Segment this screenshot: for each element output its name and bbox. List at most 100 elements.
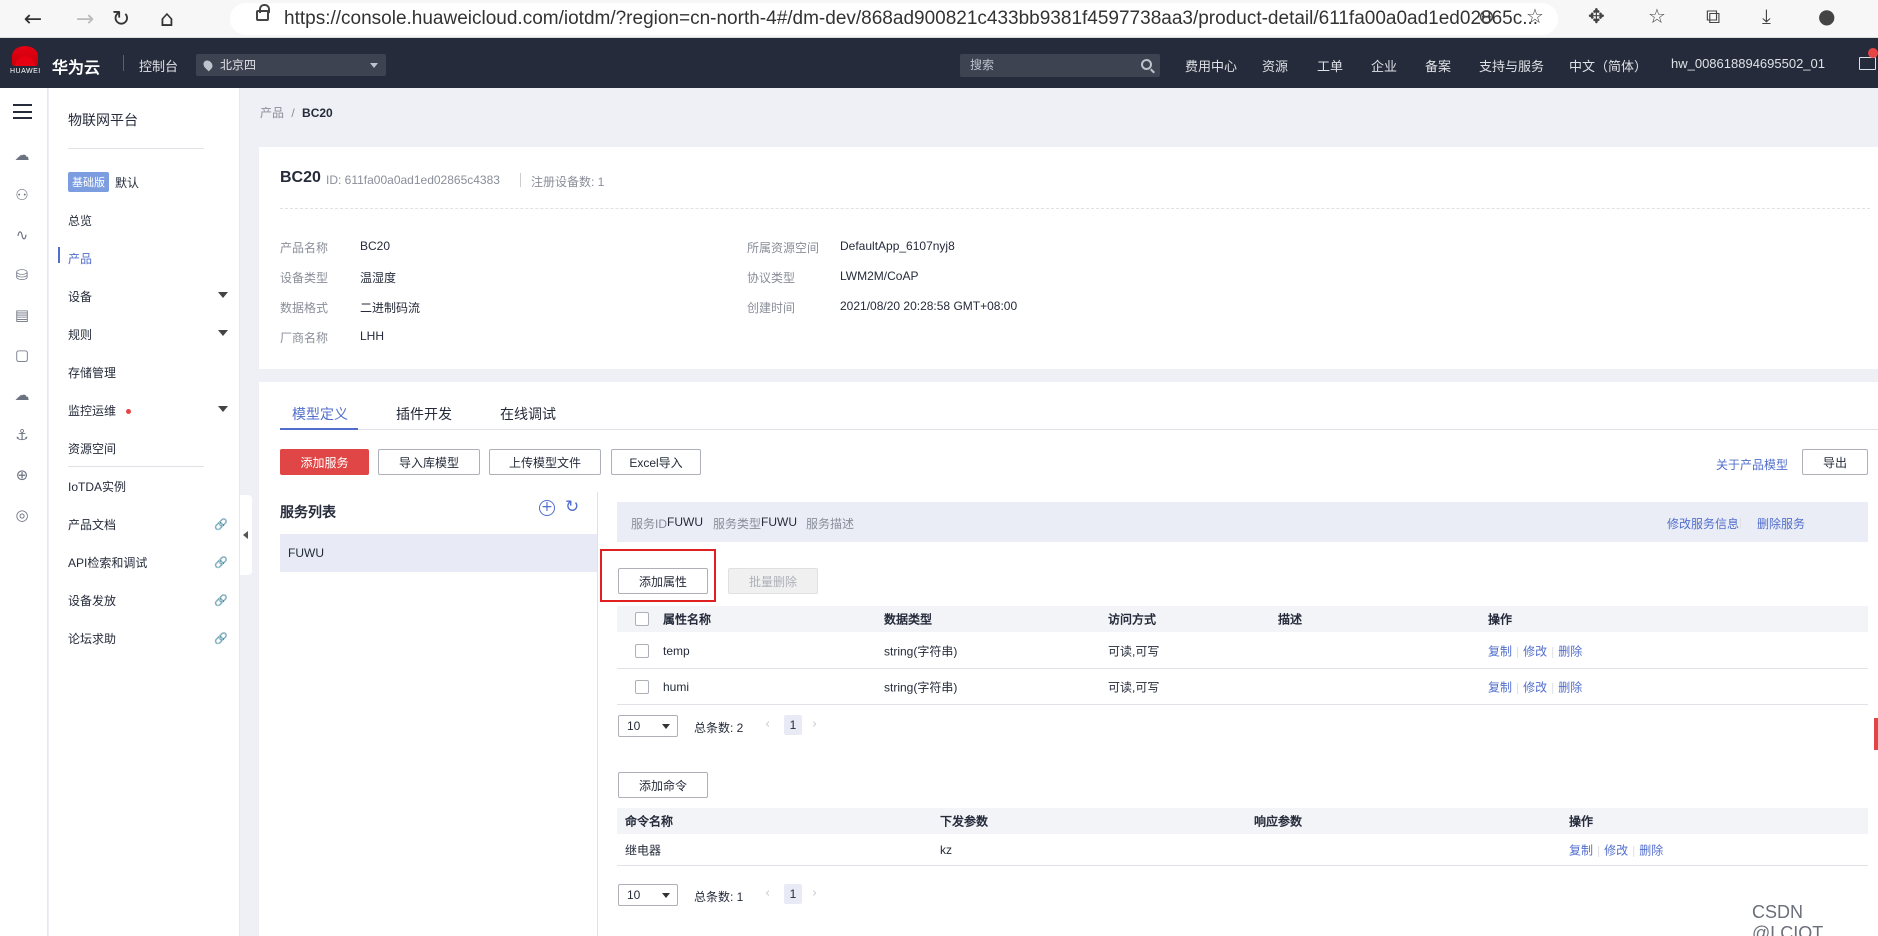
globe-icon[interactable]: ⊕ xyxy=(12,466,32,484)
breadcrumb-separator: / xyxy=(291,106,295,120)
copy-link[interactable]: 复制 xyxy=(1488,644,1512,658)
upload-model-file-button[interactable]: 上传模型文件 xyxy=(489,449,601,475)
hamburger-menu-icon[interactable] xyxy=(13,104,32,119)
favorites-icon[interactable]: ☆ xyxy=(1648,4,1666,28)
export-button[interactable]: 导出 xyxy=(1802,449,1868,475)
region-selector[interactable]: 北京四 xyxy=(196,54,386,76)
feedback-tab[interactable] xyxy=(1874,718,1878,750)
service-list-item[interactable]: FUWU xyxy=(280,534,598,572)
sidebar-item-monitoring[interactable]: 监控运维 xyxy=(68,402,228,422)
brand-name[interactable]: 华为云 xyxy=(52,54,100,78)
divider xyxy=(68,466,204,467)
service-id-label: 服务ID xyxy=(631,517,668,531)
chevron-down-icon xyxy=(218,406,228,412)
next-page-icon[interactable]: › xyxy=(812,717,817,732)
about-product-model-link[interactable]: 关于产品模型 xyxy=(1716,456,1788,473)
refresh-icon[interactable]: ↻ xyxy=(106,4,136,34)
breadcrumb-current: BC20 xyxy=(302,106,333,120)
sidebar-item-product-docs[interactable]: 产品文档 🔗 xyxy=(68,516,228,536)
menu-username[interactable]: hw_008618894695502_01 xyxy=(1671,56,1825,71)
favorite-add-icon[interactable]: ☆ xyxy=(1526,4,1544,28)
delete-link[interactable]: 删除 xyxy=(1639,843,1663,857)
huawei-logo[interactable]: HUAWEI xyxy=(10,46,40,80)
network-icon[interactable]: ⚇ xyxy=(12,186,32,204)
tab-model-definition[interactable]: 模型定义 xyxy=(292,404,348,424)
tab-plugin-development[interactable]: 插件开发 xyxy=(396,404,452,424)
sidebar-item-iotda-instance[interactable]: IoTDA实例 xyxy=(68,478,228,498)
current-page[interactable]: 1 xyxy=(784,715,802,735)
menu-resources[interactable]: 资源 xyxy=(1262,56,1288,75)
search-input[interactable]: 搜索 xyxy=(960,54,1160,77)
copy-link[interactable]: 复制 xyxy=(1488,680,1512,694)
edit-link[interactable]: 修改 xyxy=(1523,644,1547,658)
current-page[interactable]: 1 xyxy=(784,884,802,904)
refresh-icon[interactable]: ↻ xyxy=(565,497,579,517)
sidebar-item-forum[interactable]: 论坛求助 🔗 xyxy=(68,630,228,650)
download-icon[interactable]: ⤓ xyxy=(1762,4,1771,28)
tab-online-debug[interactable]: 在线调试 xyxy=(500,404,556,424)
extensions-icon[interactable]: ✥ xyxy=(1588,4,1605,28)
console-link[interactable]: 控制台 xyxy=(139,56,178,75)
sidebar-item-overview[interactable]: 总览 xyxy=(68,212,228,232)
copy-link[interactable]: 复制 xyxy=(1569,843,1593,857)
sidebar-item-products[interactable]: 产品 xyxy=(68,250,228,270)
next-page-icon[interactable]: › xyxy=(812,886,817,901)
import-library-model-button[interactable]: 导入库模型 xyxy=(378,449,480,475)
cloud-upload-icon[interactable]: ☁ xyxy=(12,386,32,404)
zoom-out-icon[interactable]: ⊖ xyxy=(1478,4,1495,28)
sidebar-item-label: 设备 xyxy=(68,290,93,304)
property-type: string(字符串) xyxy=(884,644,958,658)
back-arrow-icon[interactable]: ← xyxy=(18,4,48,34)
prev-page-icon[interactable]: ‹ xyxy=(765,886,770,901)
forward-arrow-icon[interactable]: → xyxy=(70,4,100,34)
sidebar-item-resource-space[interactable]: 资源空间 xyxy=(68,440,228,460)
menu-billing[interactable]: 费用中心 xyxy=(1185,56,1237,75)
menu-icp[interactable]: 备案 xyxy=(1425,56,1451,75)
home-icon[interactable]: ⌂ xyxy=(152,4,182,34)
menu-support[interactable]: 支持与服务 xyxy=(1479,56,1544,75)
edit-service-info-link[interactable]: 修改服务信息 xyxy=(1667,515,1739,532)
settings-circle-icon[interactable]: ◎ xyxy=(12,506,32,524)
anchor-icon[interactable]: ⚓ xyxy=(12,426,32,444)
sidebar-item-storage[interactable]: 存储管理 xyxy=(68,364,228,384)
wave-icon[interactable]: ∿ xyxy=(12,226,32,244)
sidebar-item-api-explorer[interactable]: API检索和调试 🔗 xyxy=(68,554,228,574)
select-all-checkbox[interactable] xyxy=(635,612,649,626)
delete-service-link[interactable]: 删除服务 xyxy=(1757,515,1805,532)
menu-language[interactable]: 中文（简体） xyxy=(1569,56,1647,75)
menu-tickets[interactable]: 工单 xyxy=(1317,56,1343,75)
database-icon[interactable]: ⛁ xyxy=(12,266,32,284)
sidebar-item-device-provisioning[interactable]: 设备发放 🔗 xyxy=(68,592,228,612)
add-command-button[interactable]: 添加命令 xyxy=(618,772,708,798)
sidebar-item-rules[interactable]: 规则 xyxy=(68,326,228,346)
delete-link[interactable]: 删除 xyxy=(1558,680,1582,694)
batch-delete-button[interactable]: 批量删除 xyxy=(728,568,818,594)
prev-page-icon[interactable]: ‹ xyxy=(765,717,770,732)
profile-icon[interactable]: ● xyxy=(1818,4,1835,28)
page-size-select[interactable]: 10 xyxy=(618,715,678,737)
sidebar-item-devices[interactable]: 设备 xyxy=(68,288,228,308)
mail-icon[interactable] xyxy=(1859,57,1876,70)
page-size-select[interactable]: 10 xyxy=(618,884,678,906)
document-icon[interactable]: ▤ xyxy=(12,306,32,324)
product-title: BC20 xyxy=(280,169,321,186)
edit-link[interactable]: 修改 xyxy=(1604,843,1628,857)
add-service-button[interactable]: 添加服务 xyxy=(280,449,369,475)
address-bar[interactable]: https://console.huaweicloud.com/iotdm/?r… xyxy=(230,3,1558,35)
cloud-icon[interactable]: ☁ xyxy=(12,146,32,164)
menu-enterprise[interactable]: 企业 xyxy=(1371,56,1397,75)
edition-label[interactable]: 默认 xyxy=(115,174,139,191)
row-checkbox[interactable] xyxy=(635,679,649,694)
breadcrumb-parent[interactable]: 产品 xyxy=(260,106,284,120)
row-checkbox[interactable] xyxy=(635,643,649,658)
file-icon[interactable]: ▢ xyxy=(12,346,32,364)
edit-link[interactable]: 修改 xyxy=(1523,680,1547,694)
search-icon[interactable] xyxy=(1141,59,1152,70)
link-separator: | xyxy=(1551,680,1555,694)
excel-import-button[interactable]: Excel导入 xyxy=(611,449,701,475)
collections-icon[interactable]: ⧉ xyxy=(1706,4,1720,28)
total-count: 总条数: 2 xyxy=(694,721,744,735)
add-circle-icon[interactable]: + xyxy=(539,500,555,516)
sidebar-collapse-toggle[interactable] xyxy=(240,495,252,575)
delete-link[interactable]: 删除 xyxy=(1558,644,1582,658)
